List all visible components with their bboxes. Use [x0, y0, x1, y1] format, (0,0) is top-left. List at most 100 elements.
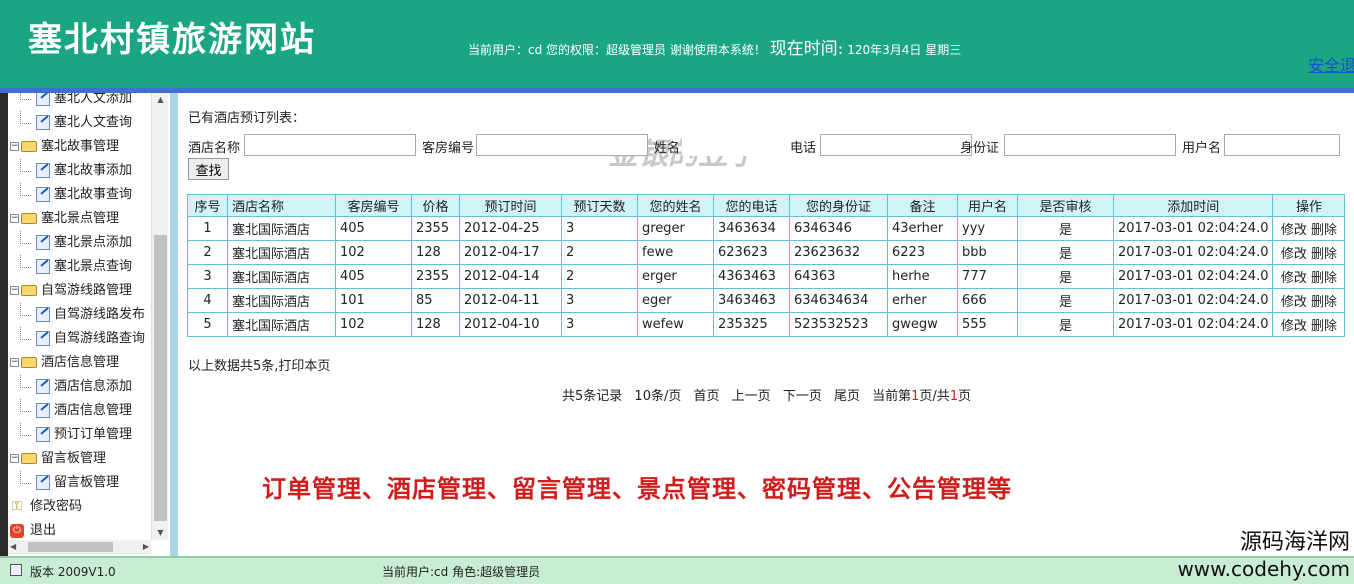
pager-last[interactable]: 尾页 — [834, 389, 860, 404]
edit-link[interactable]: 修改 — [1281, 271, 1307, 286]
collapse-icon[interactable]: − — [10, 214, 19, 223]
username-input[interactable] — [1224, 134, 1340, 156]
sidebar-item[interactable]: 自驾游线路发布 — [10, 303, 150, 327]
hotel-name-input[interactable] — [244, 134, 416, 156]
power-icon: ⏻ — [10, 523, 24, 538]
sidebar-item[interactable]: 预订订单管理 — [10, 423, 150, 447]
edit-link[interactable]: 修改 — [1281, 295, 1307, 310]
table-cell: 2012-04-10 — [459, 312, 562, 337]
table-cell: erger — [637, 264, 714, 289]
phone-input[interactable] — [820, 134, 972, 156]
column-header: 是否审核 — [1017, 194, 1114, 217]
logout-link[interactable]: 安全退 — [1308, 52, 1354, 76]
sidebar-item[interactable]: 塞北故事添加 — [10, 159, 150, 183]
scroll-thumb[interactable] — [154, 235, 167, 521]
edit-page-icon — [36, 163, 50, 178]
table-cell: 塞北国际酒店 — [227, 312, 336, 337]
sidebar-vertical-scrollbar[interactable]: ▲ ▼ — [151, 93, 168, 540]
edit-link[interactable]: 修改 — [1281, 247, 1307, 262]
table-row: 4 塞北国际酒店 101 85 2012-04-11 3 eger 3463463 634634… — [187, 288, 1346, 313]
scroll-up-icon[interactable]: ▲ — [152, 93, 169, 107]
delete-link[interactable]: 删除 — [1311, 319, 1337, 334]
edit-link[interactable]: 修改 — [1281, 319, 1307, 334]
sidebar-horizontal-scrollbar[interactable]: ◀ ▶ — [8, 540, 151, 554]
table-cell: 6223 — [887, 240, 958, 265]
table-cell: 塞北国际酒店 — [227, 216, 336, 241]
list-title: 已有酒店预订列表： — [188, 111, 306, 126]
table-cell: 2012-04-17 — [459, 240, 562, 265]
footer-current-user: 当前用户:cd 角色:超级管理员 — [382, 565, 541, 579]
table-cell: 777 — [957, 264, 1018, 289]
time-label: 现在时间: — [769, 39, 844, 59]
folder-icon — [21, 357, 37, 368]
column-header: 操作 — [1272, 194, 1346, 217]
delete-link[interactable]: 删除 — [1311, 247, 1337, 262]
id-card-input[interactable] — [1004, 134, 1176, 156]
collapse-icon[interactable]: − — [10, 454, 19, 463]
room-number-label: 客房编号 — [422, 141, 475, 156]
table-cell: 2012-04-25 — [459, 216, 562, 241]
pager-prev[interactable]: 上一页 — [732, 389, 771, 404]
sidebar-group[interactable]: − 塞北景点管理 — [10, 207, 150, 231]
scroll-left-icon[interactable]: ◀ — [10, 540, 16, 554]
delete-link[interactable]: 删除 — [1311, 295, 1337, 310]
room-number-input[interactable] — [476, 134, 648, 156]
hscroll-thumb[interactable] — [28, 542, 113, 552]
name-input[interactable] — [682, 134, 782, 156]
sidebar-group[interactable]: − 自驾游线路管理 — [10, 279, 150, 303]
collapse-icon[interactable]: − — [10, 358, 19, 367]
hotel-name-label: 酒店名称 — [188, 141, 241, 156]
table-cell: 2012-04-14 — [459, 264, 562, 289]
column-header: 序号 — [187, 194, 228, 217]
sidebar-item-label: 塞北景点添加 — [54, 235, 133, 250]
table-cell: 4 — [187, 288, 228, 313]
frame-divider[interactable] — [170, 93, 178, 556]
table-cell: 405 — [335, 216, 412, 241]
sidebar-item[interactable]: 留言板管理 — [10, 471, 150, 495]
name-label: 姓名 — [654, 141, 681, 156]
pager-first[interactable]: 首页 — [694, 389, 720, 404]
table-cell: 523532523 — [789, 312, 888, 337]
sidebar-item-change-password[interactable]: ⚿ 修改密码 — [10, 495, 150, 519]
table-cell: wefew — [637, 312, 714, 337]
table-cell: 634634634 — [789, 288, 888, 313]
delete-link[interactable]: 删除 — [1311, 223, 1337, 238]
sidebar-item[interactable]: 酒店信息添加 — [10, 375, 150, 399]
table-cell: 2012-04-11 — [459, 288, 562, 313]
table-cell: 塞北国际酒店 — [227, 264, 336, 289]
sidebar-item[interactable]: 酒店信息管理 — [10, 399, 150, 423]
row-actions: 修改 删除 — [1272, 264, 1346, 289]
scroll-right-icon[interactable]: ▶ — [143, 540, 149, 554]
column-header: 您的姓名 — [637, 194, 714, 217]
pager-next[interactable]: 下一页 — [783, 389, 822, 404]
sidebar-group[interactable]: − 塞北故事管理 — [10, 135, 150, 159]
sidebar-item[interactable]: 塞北景点添加 — [10, 231, 150, 255]
folder-icon — [21, 141, 37, 152]
folder-icon — [21, 285, 37, 296]
sidebar-item[interactable]: 自驾游线路查询 — [10, 327, 150, 351]
sidebar-item-label: 自驾游线路发布 — [54, 307, 146, 322]
app-header: 塞北村镇旅游网站 当前用户：cd 您的权限：超级管理员 谢谢使用本系统！ 现在时… — [0, 0, 1354, 88]
edit-page-icon — [36, 379, 50, 394]
sidebar-item-label: 酒店信息添加 — [54, 379, 133, 394]
site-title: 塞北村镇旅游网站 — [28, 20, 316, 60]
search-button[interactable]: 查找 — [188, 158, 229, 180]
sidebar-item[interactable]: 塞北故事查询 — [10, 183, 150, 207]
scroll-down-icon[interactable]: ▼ — [152, 526, 169, 540]
edit-page-icon — [36, 403, 50, 418]
version-icon — [10, 564, 22, 576]
table-cell: eger — [637, 288, 714, 313]
sidebar-group[interactable]: − 酒店信息管理 — [10, 351, 150, 375]
column-header: 备注 — [887, 194, 958, 217]
table-cell: 2 — [561, 264, 638, 289]
table-cell: 2017-03-01 02:04:24.0 — [1112, 216, 1274, 241]
edit-link[interactable]: 修改 — [1281, 223, 1307, 238]
collapse-icon[interactable]: − — [10, 286, 19, 295]
collapse-icon[interactable]: − — [10, 142, 19, 151]
sidebar-item[interactable]: 塞北人文查询 — [10, 111, 150, 135]
sidebar-group[interactable]: − 留言板管理 — [10, 447, 150, 471]
user-info-text: 当前用户：cd 您的权限：超级管理员 谢谢使用本系统！ — [468, 43, 766, 57]
sidebar-item[interactable]: 塞北景点查询 — [10, 255, 150, 279]
delete-link[interactable]: 删除 — [1311, 271, 1337, 286]
sidebar-item[interactable]: 塞北人文添加 — [10, 93, 150, 111]
